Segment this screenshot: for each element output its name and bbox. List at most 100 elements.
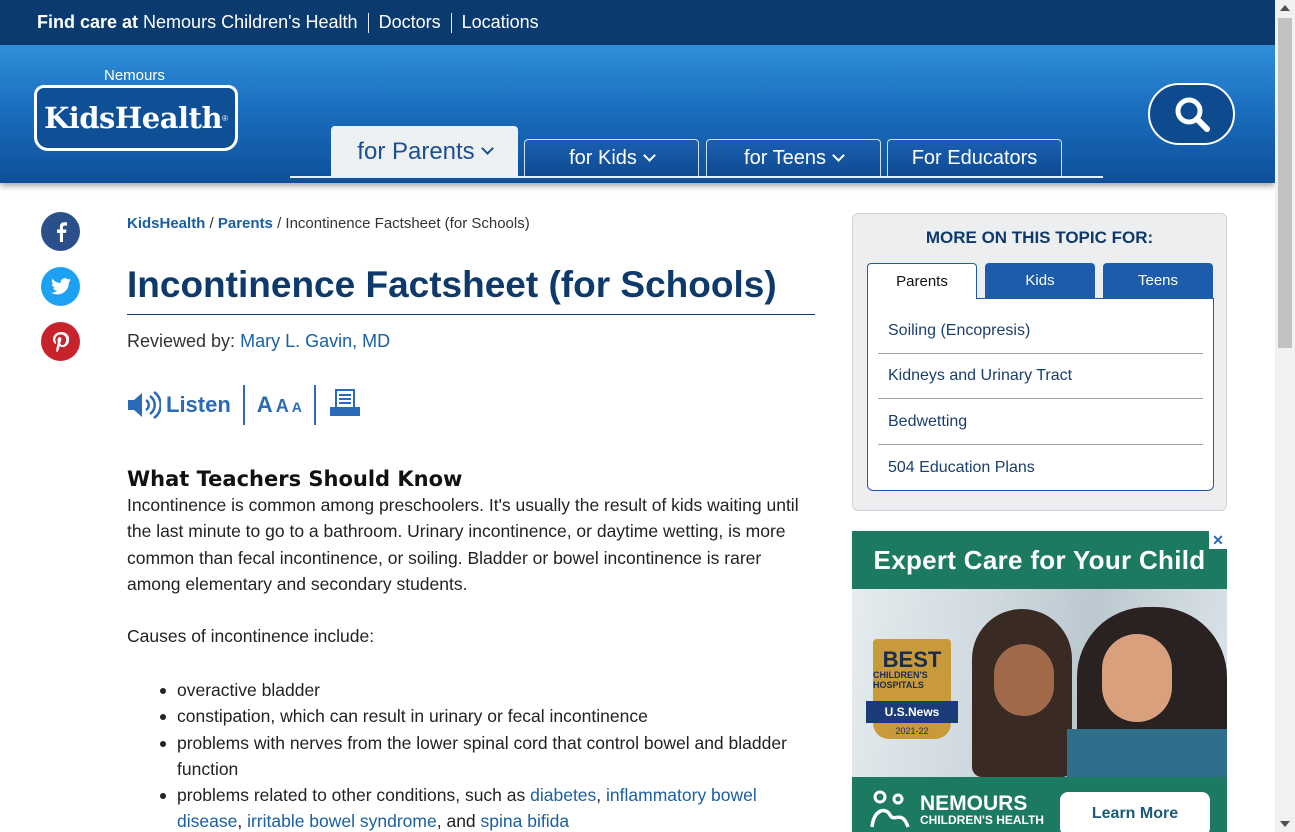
tab-for-teens[interactable]: for Teens — [706, 139, 881, 176]
reviewer-link[interactable]: Mary L. Gavin, MD — [240, 331, 390, 351]
twitter-share-button[interactable] — [41, 267, 80, 306]
chevron-down-icon — [643, 148, 656, 162]
ad-close-button[interactable]: ✕ — [1209, 531, 1227, 549]
section-heading: What Teachers Should Know — [127, 467, 463, 491]
ad-headline: Expert Care for Your Child — [852, 531, 1227, 589]
listen-label: Listen — [166, 392, 231, 417]
scroll-up-icon[interactable] — [1280, 5, 1290, 11]
pinterest-icon — [52, 331, 69, 352]
related-prefix: problems related to other conditions, su… — [177, 785, 526, 806]
tab-parents[interactable]: Parents — [867, 263, 977, 299]
tab-label: for Kids — [569, 146, 637, 169]
list-item: constipation, which can result in urinar… — [160, 703, 817, 729]
logo-badge: KidsHealth ® — [34, 85, 238, 151]
scrollbar-thumb[interactable] — [1278, 18, 1292, 348]
search-icon — [1175, 97, 1210, 132]
spina-bifida-link[interactable]: spina bifida — [481, 811, 570, 831]
logo-text: KidsHealth — [44, 101, 223, 135]
print-button[interactable] — [328, 388, 362, 423]
nav-underline — [290, 176, 1103, 178]
nurse-scrubs — [1067, 729, 1227, 779]
doctors-link[interactable]: Doctors — [379, 12, 441, 33]
tab-for-educators[interactable]: For Educators — [887, 139, 1062, 176]
speaker-icon — [128, 391, 161, 419]
intro-paragraph: Incontinence is common among preschooler… — [127, 495, 799, 594]
listen-button[interactable]: Listen — [127, 391, 231, 419]
tab-for-parents[interactable]: for Parents — [331, 126, 518, 176]
related-and: and — [446, 811, 476, 832]
topic-link[interactable]: 504 Education Plans — [878, 445, 1203, 490]
breadcrumb-parents-link[interactable]: Parents — [218, 215, 273, 232]
learn-more-button[interactable]: Learn More — [1060, 792, 1210, 832]
girl-face — [994, 644, 1054, 716]
text-size-large-icon: A — [256, 392, 273, 417]
tab-for-kids[interactable]: for Kids — [524, 139, 699, 176]
us-news-badge: BEST CHILDREN'S HOSPITALS U.S.News 2021-… — [866, 639, 958, 749]
text-size-button[interactable]: A A A — [257, 392, 302, 418]
breadcrumb-separator: / — [209, 215, 214, 232]
divider — [242, 385, 245, 425]
more-on-topic-heading: MORE ON THIS TOPIC FOR: — [925, 228, 1154, 247]
nemours-logo-icon — [870, 790, 910, 828]
chevron-down-icon — [832, 148, 845, 162]
article-tools: Listen A A A — [127, 385, 362, 425]
divider — [450, 12, 452, 33]
breadcrumb: KidsHealth / Parents / Incontinence Fact… — [127, 215, 530, 232]
nurse-face — [1102, 634, 1172, 722]
ibs-link[interactable]: irritable bowel syndrome — [247, 811, 437, 831]
topic-link[interactable]: Bedwetting — [878, 400, 1203, 445]
reviewed-by: Reviewed by: Mary L. Gavin, MD — [127, 331, 390, 352]
reviewed-label: Reviewed by: — [127, 331, 236, 351]
facebook-share-button[interactable] — [41, 212, 80, 251]
tab-teens[interactable]: Teens — [1103, 263, 1213, 298]
ad-footer: NEMOURS CHILDREN'S HEALTH Learn More — [852, 777, 1227, 832]
causes-list: overactive bladder constipation, which c… — [160, 677, 817, 832]
breadcrumb-separator: / — [277, 215, 282, 232]
topic-link[interactable]: Soiling (Encopresis) — [878, 309, 1203, 354]
list-item: overactive bladder — [160, 677, 817, 703]
brand-sub: CHILDREN'S HEALTH — [920, 813, 1044, 827]
scrollbar[interactable] — [1275, 0, 1295, 832]
list-item: problems with nerves from the lower spin… — [160, 730, 817, 783]
find-care-link[interactable]: Find care at Nemours Children's Health — [37, 12, 358, 33]
chevron-down-icon — [480, 142, 494, 155]
advertisement[interactable]: Expert Care for Your Child BEST CHILDREN… — [852, 531, 1227, 832]
more-on-topic-box: MORE ON THIS TOPIC FOR: Parents Kids Tee… — [852, 213, 1227, 511]
badge-top: BEST CHILDREN'S HOSPITALS — [873, 639, 951, 701]
divider — [313, 385, 316, 425]
top-utility-bar: Find care at Nemours Children's Health D… — [0, 0, 1275, 45]
printer-icon — [329, 388, 360, 416]
twitter-icon — [50, 278, 71, 295]
text-size-medium-icon: A — [275, 396, 289, 416]
causes-intro: Causes of incontinence include: — [127, 626, 375, 646]
tab-label: For Educators — [911, 146, 1038, 169]
breadcrumb-current: Incontinence Factsheet (for Schools) — [285, 215, 530, 232]
tab-label: for Parents — [357, 137, 475, 165]
text-size-small-icon: A — [291, 399, 302, 415]
page-title: Incontinence Factsheet (for Schools) — [127, 264, 815, 315]
ad-photo: BEST CHILDREN'S HOSPITALS U.S.News 2021-… — [852, 589, 1227, 779]
search-button[interactable] — [1148, 83, 1235, 145]
divider — [367, 12, 369, 33]
list-item: problems related to other conditions, su… — [160, 782, 817, 832]
breadcrumb-home-link[interactable]: KidsHealth — [127, 215, 205, 232]
scroll-down-icon[interactable] — [1280, 821, 1290, 827]
tab-label: for Teens — [744, 146, 826, 169]
diabetes-link[interactable]: diabetes — [530, 785, 596, 805]
tab-kids[interactable]: Kids — [985, 263, 1095, 298]
locations-link[interactable]: Locations — [462, 12, 539, 33]
badge-line: CHILDREN'S HOSPITALS — [873, 670, 928, 690]
pinterest-share-button[interactable] — [41, 322, 80, 361]
badge-years: 2021-22 — [873, 723, 951, 739]
nemours-brand: NEMOURS CHILDREN'S HEALTH — [920, 792, 1044, 827]
badge-best: BEST — [882, 647, 942, 672]
brand-name: NEMOURS — [920, 792, 1028, 815]
topic-link[interactable]: Kidneys and Urinary Tract — [878, 354, 1203, 399]
nemours-wordmark: Nemours — [104, 67, 165, 84]
kidshealth-logo[interactable]: Nemours KidsHealth ® — [34, 65, 239, 155]
badge-source: U.S.News — [866, 701, 958, 723]
site-header: Nemours KidsHealth ® for Parents for Kids… — [0, 45, 1275, 183]
page: Find care at Nemours Children's Health D… — [0, 0, 1295, 832]
topic-links-panel: Soiling (Encopresis) Kidneys and Urinary… — [867, 298, 1214, 491]
facebook-icon — [56, 221, 67, 242]
